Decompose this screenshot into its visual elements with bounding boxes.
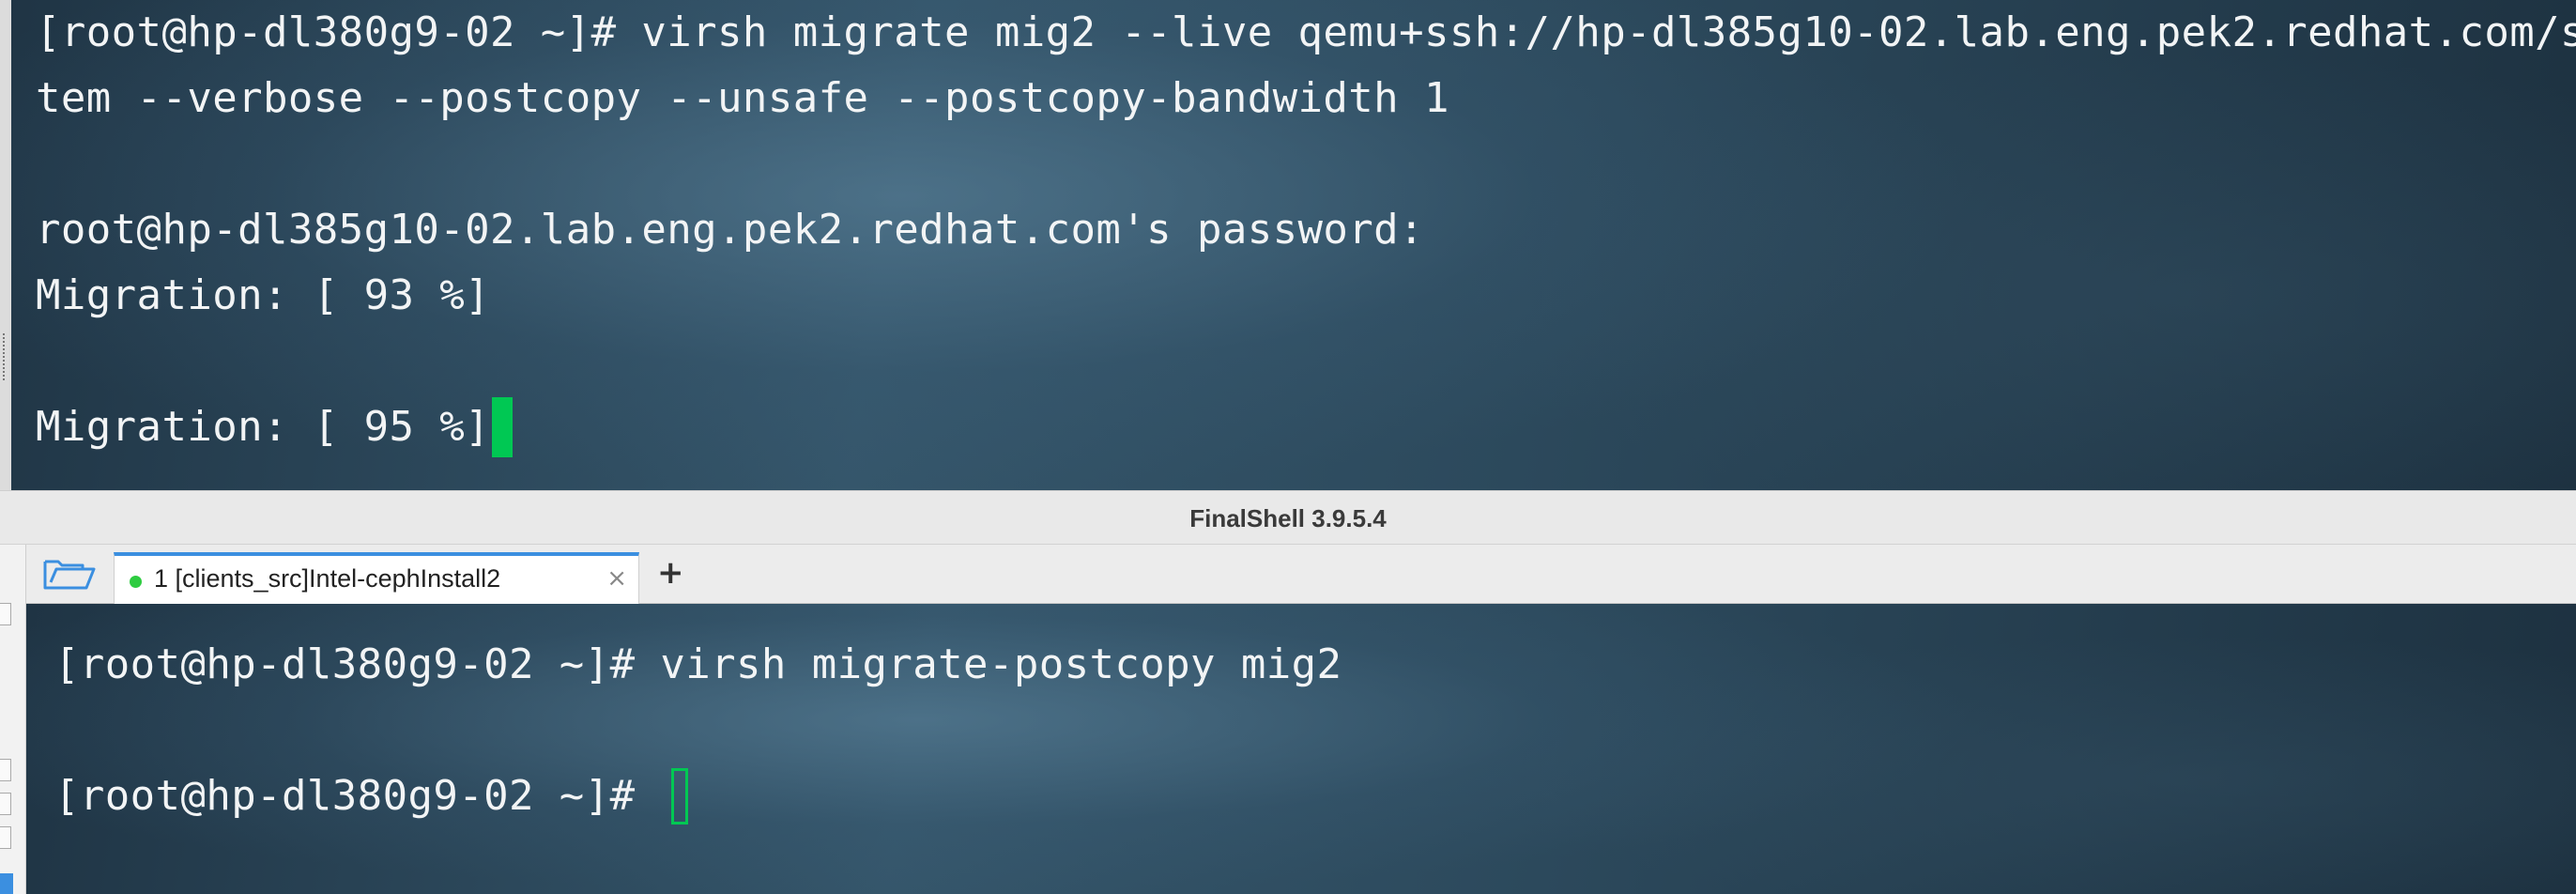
terminal-line-text: Migration: [ 95 %] bbox=[36, 403, 491, 451]
connection-status-icon bbox=[130, 576, 142, 588]
side-panel-handle-icon[interactable] bbox=[0, 603, 11, 625]
side-panel-active-marker bbox=[0, 873, 13, 894]
terminal-line-current: Migration: [ 95 %] bbox=[36, 394, 514, 460]
terminal-line: Migration: [ 93 %] bbox=[36, 271, 491, 319]
terminal-prompt: [root@hp-dl380g9-02 ~]# bbox=[54, 772, 661, 820]
terminal-cursor bbox=[671, 768, 689, 825]
terminal-line: root@hp-dl385g10-02.lab.eng.pek2.redhat.… bbox=[36, 206, 1424, 254]
top-terminal[interactable]: [root@hp-dl380g9-02 ~]# virsh migrate mi… bbox=[0, 0, 2576, 490]
side-panel-strip[interactable] bbox=[0, 545, 26, 894]
terminal-line: tem --verbose --postcopy --unsafe --post… bbox=[36, 74, 1449, 122]
folder-open-icon[interactable] bbox=[39, 554, 100, 593]
tab-label: 1 [clients_src]Intel-cephInstall2 bbox=[154, 564, 501, 593]
side-panel-handle-icon[interactable] bbox=[0, 793, 11, 815]
pane-edge bbox=[0, 0, 11, 490]
bottom-terminal[interactable]: [root@hp-dl380g9-02 ~]# virsh migrate-po… bbox=[26, 604, 2576, 894]
terminal-cursor bbox=[492, 397, 514, 457]
terminal-line: [root@hp-dl380g9-02 ~]# virsh migrate-po… bbox=[54, 640, 1342, 688]
window-titlebar[interactable]: FinalShell 3.9.5.4 bbox=[0, 490, 2576, 545]
side-panel-handle-icon[interactable] bbox=[0, 826, 11, 849]
resize-grip-icon[interactable] bbox=[3, 333, 8, 380]
tab-bar: 1 [clients_src]Intel-cephInstall2 × + bbox=[26, 545, 2576, 604]
close-icon[interactable]: × bbox=[606, 556, 627, 601]
window-title: FinalShell 3.9.5.4 bbox=[1189, 504, 1387, 532]
terminal-line: [root@hp-dl380g9-02 ~]# virsh migrate mi… bbox=[36, 8, 2576, 56]
tab-session-1[interactable]: 1 [clients_src]Intel-cephInstall2 × bbox=[114, 552, 639, 604]
add-tab-button[interactable]: + bbox=[657, 550, 684, 595]
side-panel-handle-icon[interactable] bbox=[0, 759, 11, 781]
terminal-line-current: [root@hp-dl380g9-02 ~]# bbox=[54, 763, 689, 829]
